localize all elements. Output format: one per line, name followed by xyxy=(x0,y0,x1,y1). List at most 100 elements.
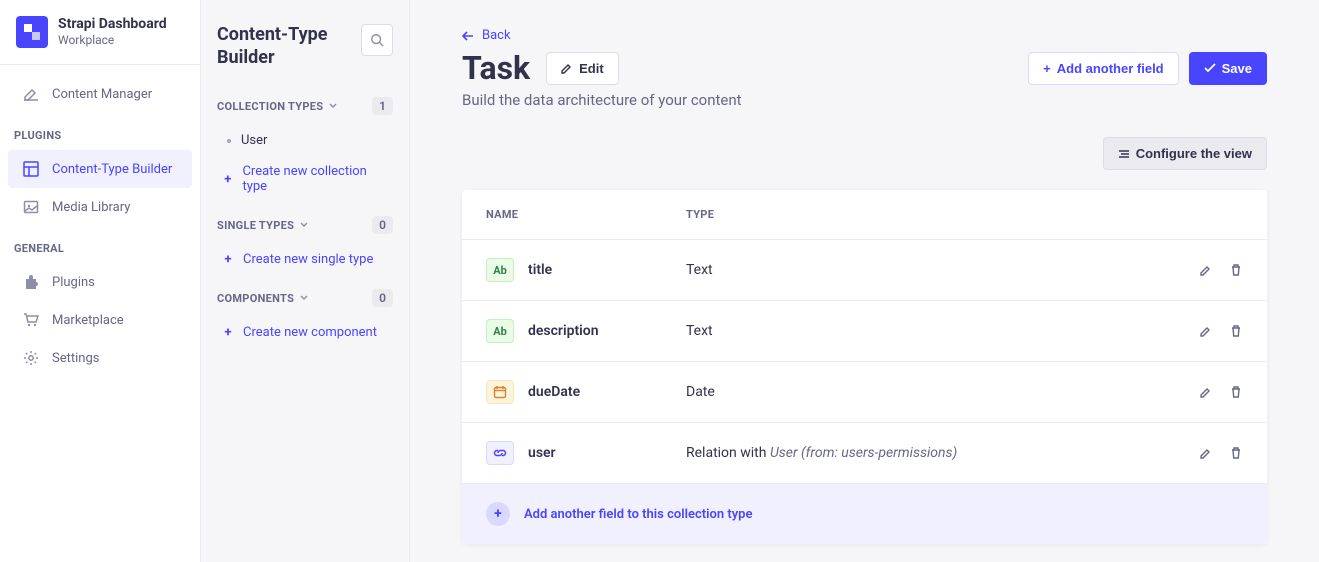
layout-icon xyxy=(22,160,40,178)
nav-content-manager[interactable]: Content Manager xyxy=(8,75,192,113)
cart-icon xyxy=(22,311,40,329)
nav-divider xyxy=(0,64,200,65)
pencil-square-icon xyxy=(22,85,40,103)
brand-title: Strapi Dashboard xyxy=(58,16,167,33)
page-subtitle: Build the data architecture of your cont… xyxy=(462,91,1267,109)
puzzle-icon xyxy=(22,273,40,291)
edit-field-button[interactable] xyxy=(1199,263,1213,277)
table-row: dueDate Date xyxy=(462,362,1267,423)
nav-content-type-builder[interactable]: Content-Type Builder xyxy=(8,150,192,188)
nav-label: Plugins xyxy=(52,275,95,290)
delete-field-button[interactable] xyxy=(1229,385,1243,399)
field-type: Text xyxy=(686,323,1133,339)
brand-logo-icon xyxy=(16,16,48,48)
field-name: user xyxy=(528,445,556,461)
nav-media-library[interactable]: Media Library xyxy=(8,188,192,226)
edit-label: Edit xyxy=(579,61,604,76)
main-nav: Strapi Dashboard Workplace Content Manag… xyxy=(0,0,201,562)
field-type: Text xyxy=(686,262,1133,278)
field-type-icon xyxy=(486,380,514,404)
image-icon xyxy=(22,198,40,216)
search-icon xyxy=(370,33,384,47)
field-type: Relation with User (from: users-permissi… xyxy=(686,445,1133,461)
content-area: Back Task Edit + Add another field Save … xyxy=(410,0,1319,562)
nav-label: Marketplace xyxy=(52,313,124,328)
collection-type-user[interactable]: User xyxy=(217,125,393,156)
nav-section-plugins-label: PLUGINS xyxy=(0,113,200,150)
plus-icon: + xyxy=(1043,61,1051,76)
gear-icon xyxy=(22,349,40,367)
chevron-down-icon xyxy=(300,222,308,228)
count-badge: 1 xyxy=(372,97,393,115)
nav-label: Content Manager xyxy=(52,87,152,102)
back-link[interactable]: Back xyxy=(462,28,511,43)
search-button[interactable] xyxy=(361,24,393,56)
collection-types-toggle[interactable]: COLLECTION TYPES 1 xyxy=(217,87,393,125)
plus-icon: + xyxy=(221,325,235,340)
field-type-icon: Ab xyxy=(486,319,514,343)
field-name: description xyxy=(528,323,599,339)
th-name: NAME xyxy=(486,208,686,221)
delete-field-button[interactable] xyxy=(1229,446,1243,460)
configure-view-button[interactable]: Configure the view xyxy=(1103,137,1267,170)
section-label: COMPONENTS xyxy=(217,292,294,305)
fields-table: NAME TYPE AbtitleTextAbdescriptionTextdu… xyxy=(462,190,1267,544)
field-type-icon xyxy=(486,441,514,465)
arrow-left-icon xyxy=(462,31,474,41)
count-badge: 0 xyxy=(372,216,393,234)
table-row: Abtitle Text xyxy=(462,240,1267,301)
field-type-icon: Ab xyxy=(486,258,514,282)
check-icon xyxy=(1204,63,1216,73)
sub-nav: Content-Type Builder COLLECTION TYPES 1 … xyxy=(201,0,410,562)
add-field-button[interactable]: + Add another field xyxy=(1028,52,1178,85)
edit-field-button[interactable] xyxy=(1199,385,1213,399)
nav-label: Settings xyxy=(52,351,99,366)
plus-icon: + xyxy=(221,252,235,267)
create-collection-type[interactable]: + Create new collection type xyxy=(217,156,393,202)
count-badge: 0 xyxy=(372,289,393,307)
action-label: Create new collection type xyxy=(242,164,389,194)
page-title: Task xyxy=(462,49,530,87)
nav-settings[interactable]: Settings xyxy=(8,339,192,377)
edit-field-button[interactable] xyxy=(1199,446,1213,460)
back-label: Back xyxy=(482,28,511,43)
sub-nav-title: Content-Type Builder xyxy=(217,24,351,69)
brand[interactable]: Strapi Dashboard Workplace xyxy=(0,0,200,64)
nav-section-general-label: GENERAL xyxy=(0,226,200,263)
action-label: Create new component xyxy=(243,325,377,340)
table-row: Ab description Text xyxy=(462,301,1267,362)
nav-label: Content-Type Builder xyxy=(52,162,172,177)
brand-subtitle: Workplace xyxy=(58,33,167,47)
configure-label: Configure the view xyxy=(1136,146,1252,161)
edit-field-button[interactable] xyxy=(1199,324,1213,338)
action-label: Create new single type xyxy=(243,252,373,267)
save-label: Save xyxy=(1222,61,1252,76)
nav-label: Media Library xyxy=(52,200,130,215)
field-name: title xyxy=(528,262,552,278)
th-type: TYPE xyxy=(686,208,1133,221)
list-settings-icon xyxy=(1118,149,1130,159)
add-field-label: Add another field xyxy=(1057,61,1164,76)
plus-icon: + xyxy=(221,172,234,187)
components-toggle[interactable]: COMPONENTS 0 xyxy=(217,279,393,317)
single-types-toggle[interactable]: SINGLE TYPES 0 xyxy=(217,206,393,244)
create-component[interactable]: + Create new component xyxy=(217,317,393,348)
section-label: COLLECTION TYPES xyxy=(217,100,323,113)
nav-marketplace[interactable]: Marketplace xyxy=(8,301,192,339)
pencil-icon xyxy=(561,62,573,74)
field-type: Date xyxy=(686,384,1133,400)
save-button[interactable]: Save xyxy=(1189,52,1267,85)
delete-field-button[interactable] xyxy=(1229,324,1243,338)
create-single-type[interactable]: + Create new single type xyxy=(217,244,393,275)
edit-button[interactable]: Edit xyxy=(546,52,619,85)
chevron-down-icon xyxy=(300,295,308,301)
plus-circle-icon: + xyxy=(486,502,510,526)
chevron-down-icon xyxy=(329,103,337,109)
table-row: user Relation with User (from: users-perm… xyxy=(462,423,1267,484)
nav-plugins[interactable]: Plugins xyxy=(8,263,192,301)
add-field-row-label: Add another field to this collection typ… xyxy=(524,507,752,522)
field-name: dueDate xyxy=(528,384,580,400)
add-field-row[interactable]: + Add another field to this collection t… xyxy=(462,484,1267,544)
section-label: SINGLE TYPES xyxy=(217,219,294,232)
delete-field-button[interactable] xyxy=(1229,263,1243,277)
